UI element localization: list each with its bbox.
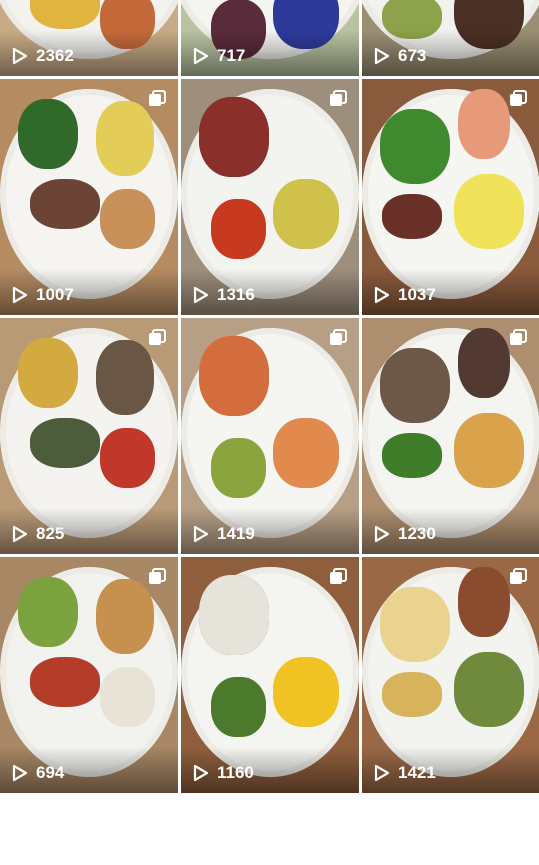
food-item <box>199 97 269 177</box>
view-count-label: 673 <box>398 46 427 65</box>
play-icon <box>12 47 28 65</box>
food-item <box>18 338 78 408</box>
food-item <box>30 657 100 707</box>
play-icon <box>12 525 28 543</box>
food-item <box>30 179 100 229</box>
view-count-label: 1230 <box>398 524 436 543</box>
multiple-images-icon <box>147 567 167 587</box>
food-item <box>458 89 510 159</box>
food-item <box>382 194 442 239</box>
food-item <box>96 340 154 415</box>
view-count: 1419 <box>193 524 255 544</box>
view-count-label: 825 <box>36 524 65 543</box>
view-count: 2362 <box>12 46 74 66</box>
food-item <box>18 577 78 647</box>
food-item <box>382 433 442 478</box>
multiple-images-icon <box>328 89 348 109</box>
play-icon <box>193 764 209 782</box>
video-tile[interactable]: 1421 <box>362 557 539 793</box>
view-count: 1037 <box>374 285 436 305</box>
food-item <box>454 413 524 488</box>
food-item <box>458 328 510 398</box>
food-item <box>100 667 155 727</box>
video-tile[interactable]: 673 <box>362 0 539 76</box>
food-item <box>380 348 450 423</box>
view-count-label: 1160 <box>217 763 254 782</box>
food-item <box>380 109 450 184</box>
video-tile[interactable]: 1160 <box>181 557 359 793</box>
view-count-label: 1421 <box>398 763 436 782</box>
view-count-label: 717 <box>217 46 246 65</box>
food-item <box>199 336 269 416</box>
view-count-label: 1037 <box>398 285 436 304</box>
play-icon <box>12 764 28 782</box>
food-item <box>454 652 524 727</box>
view-count: 1421 <box>374 763 436 783</box>
view-count: 694 <box>12 763 64 783</box>
view-count: 1007 <box>12 285 74 305</box>
food-item <box>382 672 442 717</box>
food-item <box>458 567 510 637</box>
play-icon <box>374 47 390 65</box>
video-tile[interactable]: 825 <box>0 318 178 554</box>
video-tile[interactable]: 717 <box>181 0 359 76</box>
food-item <box>454 174 524 249</box>
food-item <box>273 179 339 249</box>
food-item <box>273 418 339 488</box>
food-item <box>30 418 100 468</box>
play-icon <box>193 47 209 65</box>
food-item <box>211 677 266 737</box>
view-count-label: 694 <box>36 763 65 782</box>
view-count: 1230 <box>374 524 436 544</box>
multiple-images-icon <box>147 89 167 109</box>
multiple-images-icon <box>508 328 528 348</box>
video-grid: 2362 717 673 1007 1316 1037 825 1419 1230 694 1160… <box>0 0 539 793</box>
view-count-label: 1316 <box>217 285 255 304</box>
video-tile[interactable]: 694 <box>0 557 178 793</box>
play-icon <box>374 764 390 782</box>
video-tile[interactable]: 1316 <box>181 79 359 315</box>
food-item <box>18 99 78 169</box>
multiple-images-icon <box>328 567 348 587</box>
play-icon <box>374 286 390 304</box>
play-icon <box>193 525 209 543</box>
view-count: 1160 <box>193 763 254 783</box>
view-count-label: 1007 <box>36 285 74 304</box>
multiple-images-icon <box>328 328 348 348</box>
food-item <box>96 579 154 654</box>
multiple-images-icon <box>508 89 528 109</box>
view-count-label: 2362 <box>36 46 74 65</box>
food-item <box>211 199 266 259</box>
food-item <box>211 438 266 498</box>
food-item <box>273 657 339 727</box>
view-count: 673 <box>374 46 426 66</box>
view-count-label: 1419 <box>217 524 255 543</box>
video-tile[interactable]: 1037 <box>362 79 539 315</box>
play-icon <box>374 525 390 543</box>
play-icon <box>193 286 209 304</box>
food-item <box>199 575 269 655</box>
food-item <box>380 587 450 662</box>
play-icon <box>12 286 28 304</box>
multiple-images-icon <box>508 567 528 587</box>
view-count: 1316 <box>193 285 255 305</box>
video-tile[interactable]: 2362 <box>0 0 178 76</box>
video-tile[interactable]: 1230 <box>362 318 539 554</box>
view-count: 717 <box>193 46 245 66</box>
video-tile[interactable]: 1007 <box>0 79 178 315</box>
view-count: 825 <box>12 524 64 544</box>
food-item <box>96 101 154 176</box>
food-item <box>100 428 155 488</box>
food-item <box>100 189 155 249</box>
video-tile[interactable]: 1419 <box>181 318 359 554</box>
multiple-images-icon <box>147 328 167 348</box>
